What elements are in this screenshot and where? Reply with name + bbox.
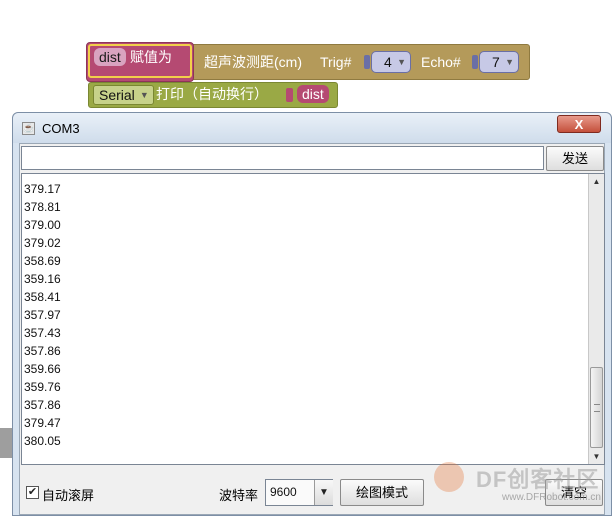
echo-pin-dropdown[interactable]: 7 ▼ bbox=[479, 51, 519, 73]
baud-rate-label: 波特率 bbox=[219, 488, 259, 503]
chevron-down-icon: ▼ bbox=[397, 57, 406, 67]
scroll-down-icon[interactable]: ▼ bbox=[589, 449, 604, 464]
window-title: COM3 bbox=[42, 121, 80, 136]
output-line: 359.76 bbox=[24, 380, 61, 394]
autoscroll-label: 自动滚屏 bbox=[42, 488, 95, 503]
trig-pin-value: 4 bbox=[384, 54, 392, 70]
trig-pin-dropdown[interactable]: 4 ▼ bbox=[371, 51, 411, 73]
print-variable-dropdown[interactable]: dist bbox=[297, 85, 329, 103]
output-line: 379.17 bbox=[24, 182, 61, 196]
baud-rate-value: 9600 bbox=[270, 485, 297, 499]
serial-port-dropdown[interactable]: Serial ▼ bbox=[93, 85, 154, 105]
java-app-icon: ☕ bbox=[22, 122, 35, 135]
serial-monitor-window: ☕ COM3 X 发送 379.17 378.81 379.00 379.02 358.… bbox=[12, 112, 612, 516]
serial-port-value: Serial bbox=[99, 87, 135, 103]
title-bar[interactable]: ☕ COM3 X bbox=[13, 113, 611, 143]
output-lines: 379.17 378.81 379.00 379.02 358.69 359.16 358.… bbox=[24, 180, 61, 450]
serial-output-area[interactable]: 379.17 378.81 379.00 379.02 358.69 359.16 358.… bbox=[21, 173, 605, 465]
assign-label: 赋值为 bbox=[130, 49, 172, 65]
output-line: 379.02 bbox=[24, 236, 61, 250]
output-line: 358.41 bbox=[24, 290, 61, 304]
chevron-down-icon: ▼ bbox=[139, 90, 149, 100]
output-line: 379.00 bbox=[24, 218, 61, 232]
send-button[interactable]: 发送 bbox=[546, 146, 604, 171]
scroll-up-icon[interactable]: ▲ bbox=[589, 174, 604, 189]
output-line: 357.43 bbox=[24, 326, 61, 340]
monitor-client-area: 发送 379.17 378.81 379.00 379.02 358.69 359.16 3… bbox=[19, 143, 605, 515]
assign-variable-dropdown[interactable]: dist bbox=[94, 48, 126, 66]
trig-connector bbox=[364, 55, 370, 69]
send-input[interactable] bbox=[21, 146, 544, 170]
clear-button[interactable]: 清空 bbox=[545, 479, 603, 506]
grip-icon bbox=[594, 404, 600, 412]
output-line: 357.86 bbox=[24, 398, 61, 412]
echo-label: Echo# bbox=[421, 54, 461, 70]
output-line: 359.66 bbox=[24, 362, 61, 376]
output-line: 357.86 bbox=[24, 344, 61, 358]
chevron-down-icon: ▼ bbox=[505, 57, 514, 67]
echo-connector bbox=[472, 55, 478, 69]
baud-rate-select[interactable]: 9600 ▼ bbox=[265, 479, 333, 506]
trig-label: Trig# bbox=[320, 54, 352, 70]
print-connector bbox=[286, 88, 293, 102]
output-line: 357.97 bbox=[24, 308, 61, 322]
close-button[interactable]: X bbox=[557, 115, 601, 133]
chevron-down-icon[interactable]: ▼ bbox=[314, 480, 333, 505]
scrollbar-thumb[interactable] bbox=[590, 367, 603, 448]
background-window-edge bbox=[0, 428, 12, 458]
ultrasonic-label: 超声波测距(cm) bbox=[204, 54, 302, 70]
bottom-toolbar: ✔ 自动滚屏 波特率 9600 ▼ 绘图模式 清空 bbox=[20, 469, 604, 514]
output-line: 380.05 bbox=[24, 434, 61, 448]
output-line: 359.16 bbox=[24, 272, 61, 286]
plot-mode-button[interactable]: 绘图模式 bbox=[340, 479, 424, 506]
echo-pin-value: 7 bbox=[492, 54, 500, 70]
output-line: 378.81 bbox=[24, 200, 61, 214]
vertical-scrollbar[interactable]: ▲ ▼ bbox=[588, 174, 604, 464]
output-line: 358.69 bbox=[24, 254, 61, 268]
close-icon: X bbox=[574, 117, 584, 132]
output-line: 379.47 bbox=[24, 416, 61, 430]
autoscroll-checkbox[interactable]: ✔ bbox=[26, 486, 39, 499]
print-label: 打印（自动换行） bbox=[156, 86, 268, 102]
